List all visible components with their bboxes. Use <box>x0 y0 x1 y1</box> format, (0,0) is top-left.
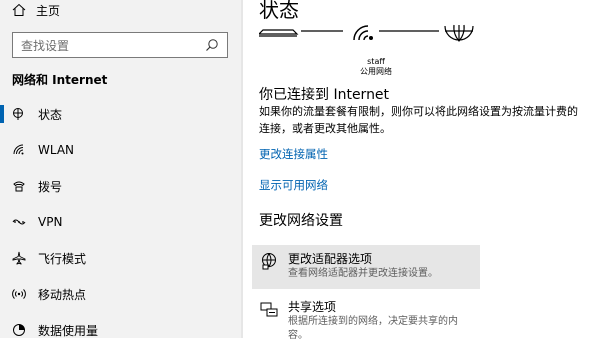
data-usage-icon <box>12 323 26 337</box>
adapter-icon <box>260 252 278 270</box>
sidebar-item-label: 飞行模式 <box>38 251 87 266</box>
connected-description: 如果你的流量套餐有限制，则你可以将此网络设置为按流量计费的连接，或者更改其他属性… <box>259 105 578 135</box>
change-connection-properties-link[interactable]: 更改连接属性 <box>259 146 328 162</box>
network-name: staff <box>367 57 385 66</box>
sidebar-item-wlan[interactable]: WLAN <box>0 132 243 168</box>
sidebar-item-label: 状态 <box>38 107 63 122</box>
sidebar-item-data-usage[interactable]: 数据使用量 <box>0 312 243 338</box>
sidebar: 主页 查找设置 网络和 Internet 状态 WLAN 拨号 VPN 飞行模式… <box>0 0 243 338</box>
home-icon <box>12 3 26 17</box>
airplane-icon <box>12 251 26 265</box>
globe-icon <box>12 107 26 121</box>
sidebar-item-label: VPN <box>38 215 63 229</box>
show-available-networks-link[interactable]: 显示可用网络 <box>259 177 328 193</box>
sidebar-item-label: 移动热点 <box>38 287 87 302</box>
vpn-icon <box>12 215 26 229</box>
sidebar-item-label: 数据使用量 <box>38 323 99 338</box>
sidebar-item-label: WLAN <box>38 143 75 157</box>
sidebar-item-dialup[interactable]: 拨号 <box>0 168 243 204</box>
sharing-options[interactable]: 共享选项 根据所连接到的网络，决定要共享的内容。 <box>252 293 480 341</box>
phone-icon <box>12 179 26 193</box>
sidebar-item-airplane[interactable]: 飞行模式 <box>0 240 243 276</box>
network-type: 公用网络 <box>360 67 392 76</box>
wifi-icon <box>12 143 26 157</box>
sharing-icon <box>260 300 278 318</box>
option-subtitle: 查看网络适配器并更改连接设置。 <box>288 268 438 279</box>
sidebar-item-hotspot[interactable]: 移动热点 <box>0 276 243 312</box>
hotspot-icon <box>12 287 26 301</box>
connected-heading: 你已连接到 Internet <box>259 87 390 103</box>
change-adapter-options[interactable]: 更改适配器选项 查看网络适配器并更改连接设置。 <box>252 245 480 289</box>
section-title: 网络和 Internet <box>12 73 108 87</box>
pc-icon <box>257 29 299 37</box>
home-link[interactable]: 主页 <box>12 1 60 19</box>
change-network-settings-heading: 更改网络设置 <box>259 213 343 229</box>
option-title: 共享选项 <box>288 300 337 314</box>
active-indicator <box>0 105 4 123</box>
search-input[interactable]: 查找设置 <box>12 32 228 58</box>
wifi-network-icon <box>353 25 373 41</box>
option-subtitle: 根据所连接到的网络，决定要共享的内容。 <box>288 316 458 341</box>
main-content: 状态 staff 公用网络 你已连接到 Internet 如果你的流量套餐有限制… <box>245 0 600 341</box>
search-placeholder: 查找设置 <box>21 38 70 53</box>
sidebar-item-status[interactable]: 状态 <box>0 96 243 132</box>
page-title: 状态 <box>259 0 299 22</box>
home-label: 主页 <box>36 3 61 18</box>
sidebar-item-label: 拨号 <box>38 179 63 194</box>
search-icon[interactable] <box>205 38 219 52</box>
internet-globe-icon <box>444 24 474 42</box>
network-diagram-graphic <box>257 24 474 42</box>
network-diagram <box>257 22 589 72</box>
sidebar-item-vpn[interactable]: VPN <box>0 204 243 240</box>
option-title: 更改适配器选项 <box>288 252 373 266</box>
